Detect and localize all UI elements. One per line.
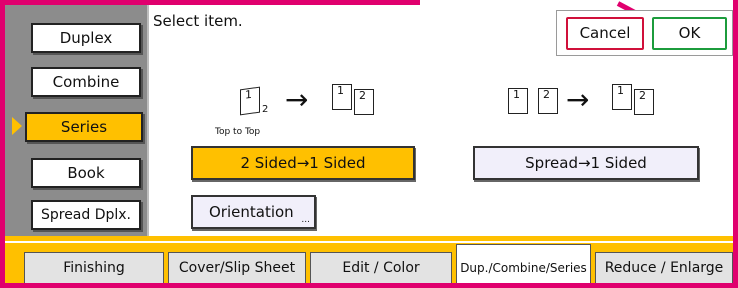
top-to-top-caption: Top to Top <box>215 127 261 137</box>
page-number: 2 <box>359 89 366 102</box>
side-item-book[interactable]: Book <box>31 158 141 188</box>
tab-finishing[interactable]: Finishing <box>24 252 164 283</box>
page-number: 1 <box>617 84 624 97</box>
orientation-button[interactable]: Orientation ... <box>191 195 316 229</box>
single-page-icon: 1 <box>332 84 352 110</box>
double-sided-page-icon: 1 <box>240 86 260 116</box>
single-page-icon: 2 <box>634 89 654 115</box>
tab-cover-slip-sheet[interactable]: Cover/Slip Sheet <box>168 252 306 283</box>
tab-bar-divider <box>5 241 733 243</box>
side-item-spread-duplex[interactable]: Spread Dplx. <box>31 200 141 230</box>
callout-frame-diagonal-left <box>411 0 497 1</box>
orientation-label: Orientation <box>209 203 294 221</box>
page-number: 1 <box>513 88 520 101</box>
instruction-text: Select item. <box>153 12 243 30</box>
book-page-left-icon: 1 <box>508 88 528 114</box>
more-options-icon: ... <box>301 215 310 225</box>
side-item-series[interactable]: Series <box>25 112 143 142</box>
page-number: 2 <box>639 89 646 102</box>
selected-marker-icon <box>12 117 22 135</box>
single-page-icon: 2 <box>354 89 374 115</box>
page-number: 2 <box>543 88 550 101</box>
book-page-right-icon: 2 <box>538 88 558 114</box>
side-item-duplex[interactable]: Duplex <box>31 23 141 53</box>
side-menu: Duplex Combine Series Book Spread Dplx. <box>5 5 149 237</box>
page-number-front: 1 <box>245 87 252 102</box>
page-number-back: 2 <box>262 104 269 115</box>
two-sided-to-one-sided-button[interactable]: 2 Sided→1 Sided <box>191 146 415 180</box>
callout-frame-right <box>733 0 738 288</box>
tab-edit-color[interactable]: Edit / Color <box>310 252 452 283</box>
side-item-combine[interactable]: Combine <box>31 67 141 97</box>
single-page-icon: 1 <box>612 84 632 110</box>
cancel-button[interactable]: Cancel <box>566 17 644 50</box>
right-arrow-icon: → <box>566 83 590 116</box>
right-arrow-icon: → <box>285 83 309 116</box>
page-number: 1 <box>337 84 344 97</box>
tab-reduce-enlarge[interactable]: Reduce / Enlarge <box>595 252 733 283</box>
ok-button[interactable]: OK <box>652 17 727 50</box>
spread-to-one-sided-button[interactable]: Spread→1 Sided <box>473 146 699 180</box>
callout-frame-bottom <box>0 283 738 288</box>
tab-dup-combine-series[interactable]: Dup./Combine/Series <box>456 244 591 283</box>
